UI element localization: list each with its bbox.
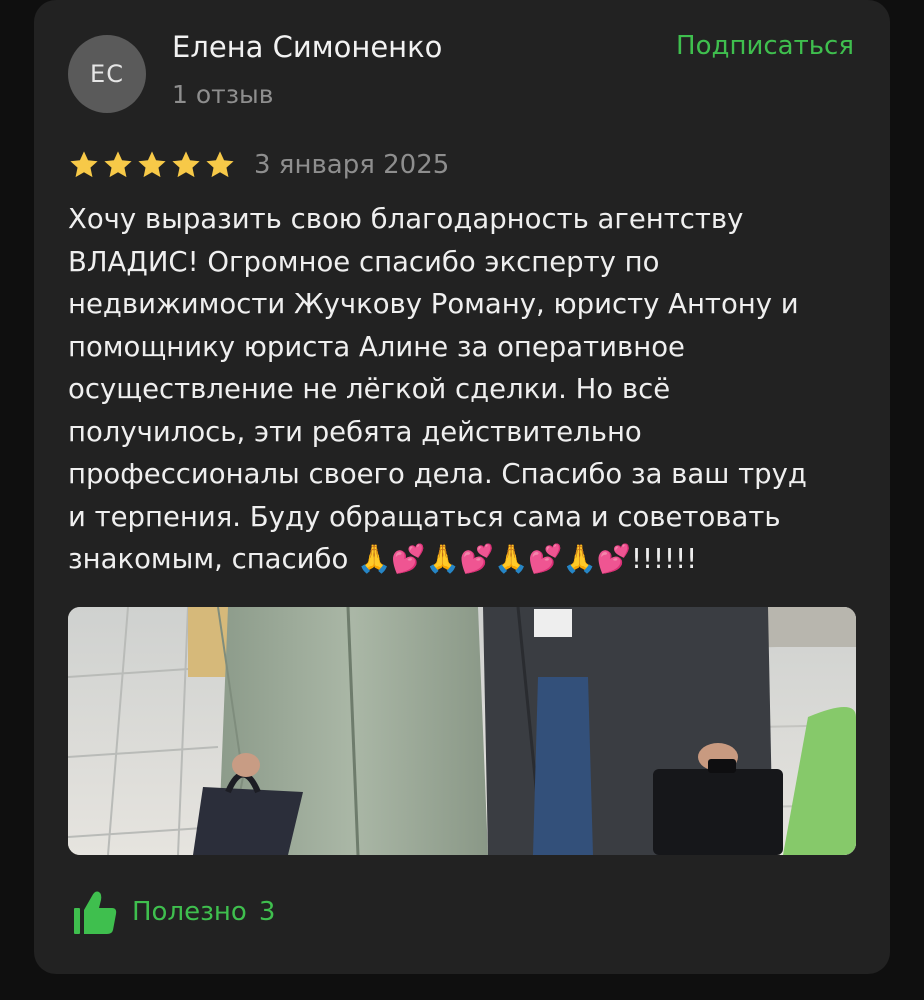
review-date: 3 января 2025 <box>254 150 450 180</box>
star-icon <box>172 151 200 178</box>
helpful-button[interactable]: Полезно 3 <box>72 888 275 936</box>
review-photo[interactable] <box>68 607 856 855</box>
author-name[interactable]: Елена Симоненко <box>172 30 442 64</box>
helpful-label: Полезно <box>132 897 247 927</box>
review-text: Хочу выразить свою благодарность агентст… <box>68 203 807 575</box>
star-icon <box>104 151 132 178</box>
review-card: ЕС Елена Симоненко 1 отзыв Подписаться 3… <box>34 0 890 974</box>
helpful-count: 3 <box>258 897 276 927</box>
review-photo-image <box>68 607 856 855</box>
subscribe-button[interactable]: Подписаться <box>676 31 854 61</box>
star-icon <box>138 151 166 178</box>
avatar-initials: ЕС <box>90 60 124 88</box>
rating-row: 3 января 2025 <box>68 145 449 185</box>
thumbs-up-icon <box>74 891 117 934</box>
avatar[interactable]: ЕС <box>68 35 146 113</box>
star-icon <box>70 151 98 178</box>
rating-stars <box>68 149 236 181</box>
author-review-count: 1 отзыв <box>172 80 274 109</box>
star-icon <box>206 151 234 178</box>
